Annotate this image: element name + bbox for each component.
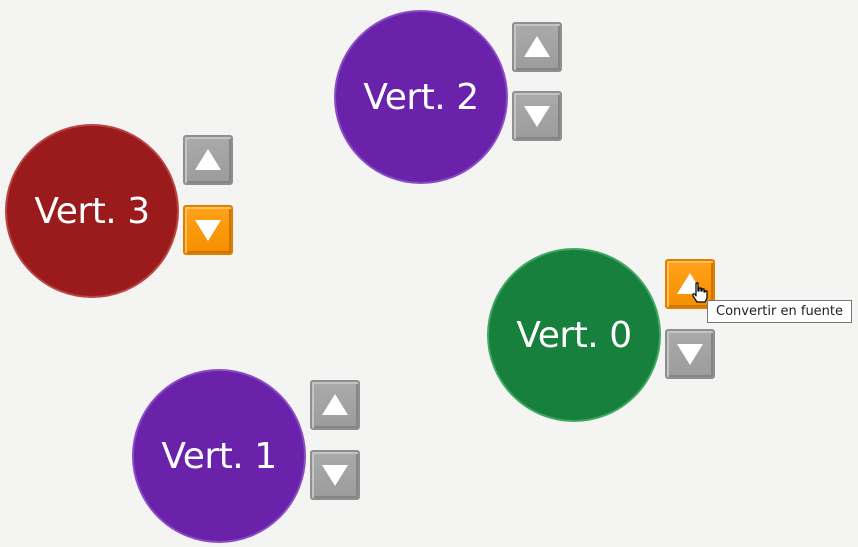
vertex-1[interactable]: Vert. 1 [132, 369, 306, 543]
triangle-down-icon [524, 106, 550, 127]
vertex-3-label: Vert. 3 [34, 190, 150, 232]
vertex-2-label: Vert. 2 [363, 76, 479, 118]
triangle-up-icon [195, 149, 221, 170]
vertex-2-up-button[interactable] [512, 22, 562, 72]
vertex-3-down-button[interactable] [183, 205, 233, 255]
triangle-down-icon [195, 220, 221, 241]
tooltip: Convertir en fuente [707, 300, 853, 323]
vertex-0[interactable]: Vert. 0 [487, 248, 661, 422]
vertex-3-up-button[interactable] [183, 135, 233, 185]
triangle-down-icon [322, 465, 348, 486]
vertex-1-label: Vert. 1 [161, 435, 277, 477]
triangle-up-icon [322, 394, 348, 415]
vertex-3[interactable]: Vert. 3 [5, 124, 179, 298]
vertex-2[interactable]: Vert. 2 [334, 10, 508, 184]
triangle-down-icon [677, 344, 703, 365]
vertex-0-down-button[interactable] [665, 329, 715, 379]
vertex-1-up-button[interactable] [310, 380, 360, 430]
vertex-2-down-button[interactable] [512, 91, 562, 141]
vertex-0-label: Vert. 0 [516, 314, 632, 356]
vertex-1-down-button[interactable] [310, 450, 360, 500]
triangle-up-icon [524, 36, 550, 57]
